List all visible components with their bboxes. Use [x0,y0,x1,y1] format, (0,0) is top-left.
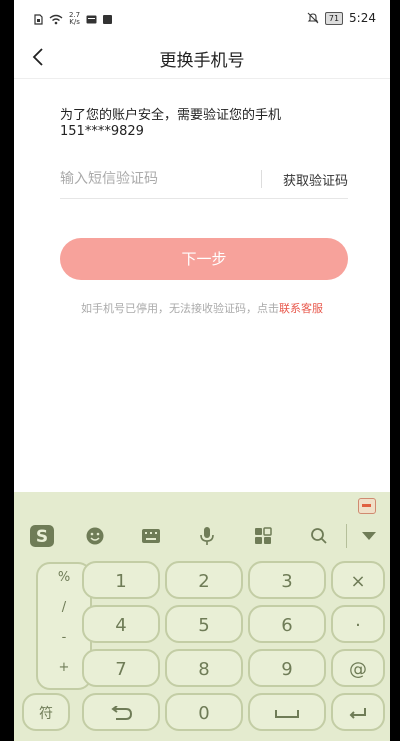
symbol-switch-key[interactable]: 符 [22,693,70,731]
number-keyboard: S % / - + 1 2 3 × 4 5 6 · 7 8 9 @ 符 0 [14,492,390,741]
emoji-icon [86,527,104,545]
battery-icon: 71 [324,11,344,25]
sms-code-input[interactable] [60,162,250,196]
clock: 5:24 [349,11,376,25]
key-8[interactable]: 8 [165,649,243,687]
keyboard-toolbar: S [14,516,390,556]
next-step-button[interactable]: 下一步 [60,238,348,280]
svg-text:S: S [36,527,48,547]
get-code-button[interactable]: 获取验证码 [283,170,348,189]
dot-key[interactable]: · [331,605,385,643]
status-left: 2.7 K/s [34,12,113,26]
key-1[interactable]: 1 [82,561,160,599]
keyboard-switch-button[interactable] [135,520,167,552]
status-bar: 2.7 K/s 71 5:24 [14,0,390,38]
voice-input-button[interactable] [191,520,223,552]
key-3[interactable]: 3 [248,561,326,599]
wifi-icon [49,14,63,24]
keyboard-icon [142,529,160,543]
status-right: 71 5:24 [307,11,376,25]
page-title: 更换手机号 [159,51,245,71]
sogou-icon: S [30,525,54,547]
hint-text: 如手机号已停用，无法接收验证码，点击 [81,302,279,315]
key-9[interactable]: 9 [248,649,326,687]
network-speed-unit: K/s [69,18,80,26]
support-hint: 如手机号已停用，无法接收验证码，点击联系客服 [14,300,390,316]
keyboard-skin-icon[interactable] [358,498,376,514]
navigation-header: 更换手机号 [14,38,390,79]
microphone-icon [200,527,214,545]
sogou-logo-button[interactable]: S [26,520,58,552]
space-icon [275,710,299,718]
delete-key[interactable]: × [331,561,385,599]
chevron-down-icon [362,532,376,540]
mute-icon [307,12,319,24]
key-0[interactable]: 0 [165,693,243,731]
space-key[interactable] [248,693,326,731]
network-speed: 2.7 K/s [69,12,80,26]
search-icon [311,528,327,544]
grid-apps-icon [255,527,272,544]
masked-phone-number: 151****9829 [60,124,144,139]
undo-arrow-icon [111,705,133,720]
return-back-key[interactable] [82,693,160,731]
phone-screen: 2.7 K/s 71 5:24 更换手机号 为了您的账户安全，需要验证您的手机 … [14,0,390,741]
search-button[interactable] [303,520,335,552]
sms-code-row: 获取验证码 [60,162,348,199]
notification-icon [103,14,113,24]
key-4[interactable]: 4 [82,605,160,643]
verification-notice: 为了您的账户安全，需要验证您的手机 151****9829 [60,108,281,140]
contact-support-link[interactable]: 联系客服 [279,302,323,315]
enter-icon [349,708,366,719]
enter-key[interactable] [331,693,385,731]
key-5[interactable]: 5 [165,605,243,643]
message-icon [86,15,97,23]
input-divider [261,170,262,188]
at-key[interactable]: @ [331,649,385,687]
key-6[interactable]: 6 [248,605,326,643]
key-7[interactable]: 7 [82,649,160,687]
sim-icon [34,13,43,25]
notice-text: 为了您的账户安全，需要验证您的手机 [60,108,282,123]
key-2[interactable]: 2 [165,561,243,599]
toolbar-divider [346,524,347,548]
toolbox-button[interactable] [247,520,279,552]
emoji-button[interactable] [79,520,111,552]
collapse-keyboard-button[interactable] [353,520,385,552]
